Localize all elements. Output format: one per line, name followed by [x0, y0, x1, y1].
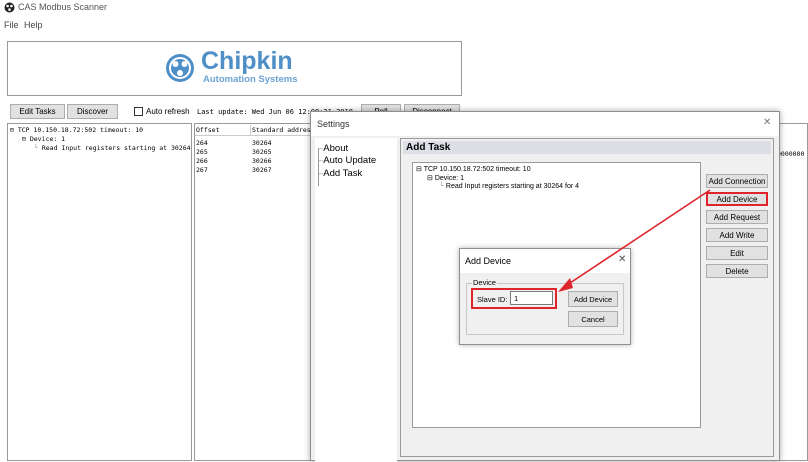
menu-file[interactable]: File — [4, 20, 19, 30]
add-device-dialog: Add Device ✕ Device Slave ID: 1 Add Devi… — [459, 248, 631, 345]
collapse-icon[interactable]: ⊟ — [22, 135, 26, 143]
logo-brand: Chipkin — [201, 47, 293, 75]
add-connection-button[interactable]: Add Connection — [706, 174, 768, 188]
close-icon[interactable]: ✕ — [763, 117, 771, 128]
settings-title: Settings — [317, 119, 350, 129]
row-offset: 266 — [196, 157, 208, 165]
edit-tasks-button[interactable]: Edit Tasks — [10, 104, 65, 119]
tree-request-label: Read Input registers starting at 30264 f… — [445, 183, 580, 190]
app-title-bar: CAS Modbus Scanner — [0, 0, 808, 15]
table-row[interactable]: 30266 — [252, 157, 272, 165]
add-request-button[interactable]: Add Request — [706, 210, 768, 224]
nav-item-about[interactable]: –About — [318, 143, 348, 154]
row-offset: 265 — [196, 148, 208, 156]
tree-device-label: Device: 1 — [29, 135, 66, 143]
logo-panel: Chipkin Automation Systems — [7, 41, 462, 96]
cancel-button[interactable]: Cancel — [568, 311, 618, 327]
nav-item-label: About — [323, 143, 349, 154]
table-header-separator — [250, 125, 251, 135]
table-header-address: Standard address — [252, 126, 315, 134]
discover-button[interactable]: Discover — [67, 104, 118, 119]
add-write-button[interactable]: Add Write — [706, 228, 768, 242]
tree-request-label: Read Input registers starting at 30264 f… — [41, 144, 215, 152]
row-address: 30264 — [252, 139, 272, 147]
tree-branch-icon: └ — [439, 183, 444, 190]
table-row[interactable]: 267 — [196, 166, 208, 174]
table-header-offset: Offset — [196, 126, 220, 134]
auto-refresh-checkbox[interactable] — [134, 107, 143, 116]
menu-help[interactable]: Help — [24, 20, 43, 30]
logo-tagline: Automation Systems — [203, 74, 298, 85]
tree-device-node[interactable]: ⊟ Device: 1 — [427, 174, 464, 182]
slave-id-highlight — [471, 288, 557, 309]
tree-connection-label: TCP 10.150.18.72:502 timeout: 10 — [17, 126, 144, 134]
table-cell-value: 0000000 — [777, 150, 805, 158]
row-offset: 267 — [196, 166, 208, 174]
tree-connection-node[interactable]: ⊟ TCP 10.150.18.72:502 timeout: 10 — [10, 126, 143, 134]
add-device-confirm-button[interactable]: Add Device — [568, 291, 618, 307]
table-row[interactable]: 30264 — [252, 139, 272, 147]
row-address: 30267 — [252, 166, 272, 174]
table-row[interactable]: 265 — [196, 148, 208, 156]
settings-title-bar: Settings ✕ — [311, 112, 779, 136]
nav-item-label: Add Task — [323, 168, 363, 179]
tree-device-node[interactable]: ⊟ Device: 1 — [22, 135, 65, 143]
section-header: Add Task — [403, 141, 771, 154]
tree-request-node[interactable]: └ Read Input registers starting at 30264… — [439, 183, 579, 190]
nav-item-auto-update[interactable]: –Auto Update — [318, 155, 376, 166]
tree-device-label: Device: 1 — [434, 175, 465, 182]
tree-connection-node[interactable]: ⊟ TCP 10.150.18.72:502 timeout: 10 — [416, 165, 531, 173]
device-group-label: Device — [472, 278, 497, 287]
app-logo-icon — [4, 2, 15, 13]
add-device-button[interactable]: Add Device — [706, 192, 768, 206]
table-row[interactable]: 264 — [196, 139, 208, 147]
row-address: 30265 — [252, 148, 272, 156]
window-title: CAS Modbus Scanner — [18, 2, 108, 12]
section-title: Add Task — [406, 142, 451, 153]
tree-request-node[interactable]: └ Read Input registers starting at 30264… — [34, 144, 214, 152]
delete-button[interactable]: Delete — [706, 264, 768, 278]
nav-item-label: Auto Update — [323, 155, 377, 166]
table-header-line — [195, 135, 313, 136]
collapse-icon[interactable]: ⊟ — [416, 166, 422, 173]
edit-button[interactable]: Edit — [706, 246, 768, 260]
add-device-title-bar: Add Device ✕ — [460, 249, 630, 273]
row-offset: 264 — [196, 139, 208, 147]
settings-nav: –About –Auto Update –Add Task — [315, 138, 397, 462]
auto-refresh-label: Auto refresh — [146, 107, 190, 116]
task-tree-panel: ⊟ TCP 10.150.18.72:502 timeout: 10 ⊟ Dev… — [7, 123, 214, 461]
table-row[interactable]: 30267 — [252, 166, 272, 174]
nav-item-add-task[interactable]: –Add Task — [318, 168, 362, 179]
add-device-title: Add Device — [465, 256, 512, 266]
table-row[interactable]: 266 — [196, 157, 208, 165]
tree-branch-icon: └ — [34, 144, 38, 152]
collapse-icon[interactable]: ⊟ — [10, 126, 14, 134]
chipkin-logo-icon — [165, 53, 195, 83]
close-icon[interactable]: ✕ — [618, 254, 626, 265]
collapse-icon[interactable]: ⊟ — [427, 175, 433, 182]
table-row[interactable]: 30265 — [252, 148, 272, 156]
tree-connection-label: TCP 10.150.18.72:502 timeout: 10 — [423, 166, 531, 173]
row-address: 30266 — [252, 157, 272, 165]
